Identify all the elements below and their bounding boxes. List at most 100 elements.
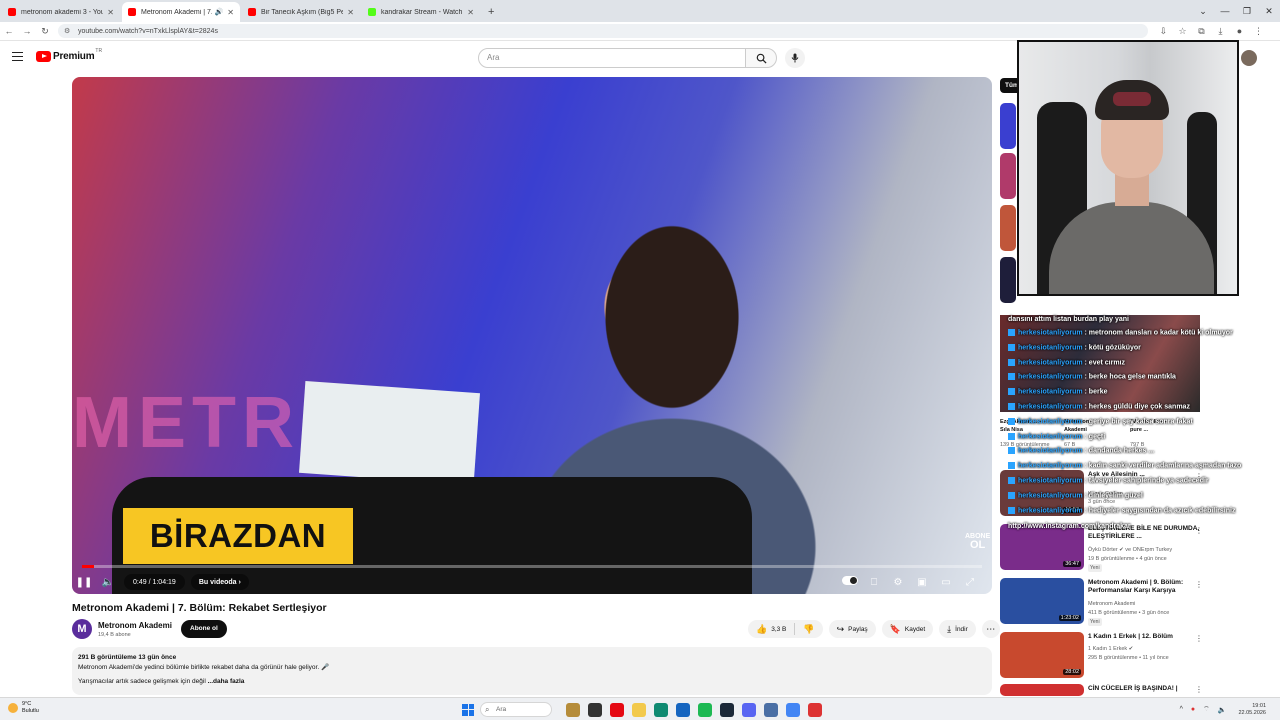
dislike-button[interactable]: 👎 [795, 620, 822, 638]
related-channel[interactable]: Öykü Dörter ✔ ve ONErpm Turkey [1088, 546, 1206, 554]
chat-badge-icon [1008, 432, 1015, 440]
minimize-icon[interactable]: — [1214, 6, 1236, 16]
related-thumbnail[interactable] [1000, 103, 1016, 149]
discord-icon[interactable] [742, 702, 756, 717]
related-title[interactable]: Metronom Akademi | 9. Bölüm: Performansl… [1088, 579, 1200, 595]
related-thumbnail[interactable]: 1:23:02 [1000, 578, 1084, 624]
taskbar-search[interactable]: Ara [480, 702, 552, 717]
account-avatar[interactable] [1241, 50, 1257, 66]
widgets-icon[interactable] [566, 702, 580, 717]
netflix-icon[interactable] [610, 702, 624, 717]
network-icon[interactable]: ⌔ [1203, 705, 1210, 714]
tray-expand-icon[interactable]: ^ [1180, 706, 1183, 713]
forward-icon[interactable]: → [18, 26, 36, 36]
close-tab-icon[interactable]: ✕ [347, 8, 354, 17]
fullscreen-icon[interactable]: ⤢ [958, 577, 982, 588]
hamburger-menu-icon[interactable] [12, 52, 23, 61]
chat-badge-icon [1008, 403, 1015, 410]
chat-badge-icon [1008, 358, 1015, 366]
autoplay-toggle[interactable] [838, 576, 862, 588]
maximize-icon[interactable]: ❐ [1236, 6, 1258, 17]
browser-tab[interactable]: metronom akademi 3 - YouTube ✕ [2, 2, 120, 22]
chat-username: herkesiotanliyorum [1018, 447, 1083, 455]
windows-start-icon[interactable] [462, 703, 474, 716]
task-view-icon[interactable] [588, 702, 602, 717]
download-button[interactable]: ⤓ İndir [939, 620, 976, 638]
spotify-icon[interactable] [698, 702, 712, 717]
like-button[interactable]: 👍 3,3 B [748, 620, 794, 638]
chrome-icon[interactable] [786, 702, 800, 717]
close-tab-icon[interactable]: ✕ [227, 8, 234, 17]
profile-icon[interactable]: ● [1230, 26, 1249, 36]
clock[interactable]: 19:01 22.05.2026 [1234, 703, 1270, 717]
edge-icon[interactable] [654, 702, 668, 717]
browser-tab[interactable]: kandrakar Stream - Watch Live ✕ [362, 2, 480, 22]
related-menu-icon[interactable]: ⋮ [1195, 526, 1203, 535]
subtitles-icon[interactable]: ⎕ [862, 577, 886, 588]
settings-gear-icon[interactable]: ⚙ [886, 577, 910, 588]
search-button[interactable] [745, 48, 777, 68]
related-thumbnail[interactable]: 36:47 [1000, 524, 1084, 570]
close-tab-icon[interactable]: ✕ [467, 8, 474, 17]
related-menu-icon[interactable]: ⋮ [1195, 685, 1203, 694]
browser-tab[interactable]: Bir Tanecik Aşkım (Big5 Perform ✕ [242, 2, 360, 22]
miniplayer-icon[interactable]: ▣ [910, 577, 934, 588]
install-app-icon[interactable]: ⇩ [1154, 26, 1173, 37]
downloads-icon[interactable]: ⤓ [1211, 26, 1230, 37]
close-tab-icon[interactable]: ✕ [107, 8, 114, 17]
file-explorer-icon[interactable] [632, 702, 646, 717]
channel-name[interactable]: Metronom Akademi [98, 621, 172, 630]
settings-icon[interactable] [764, 702, 778, 717]
speaker-icon[interactable]: 🔊 [215, 8, 224, 16]
youtube-premium-logo[interactable]: Premium TR [36, 48, 102, 62]
related-channel[interactable]: Metronom Akademi [1088, 600, 1206, 608]
back-icon[interactable]: ← [0, 26, 18, 36]
youtube-play-icon [36, 51, 51, 62]
theater-mode-icon[interactable]: ▭ [934, 577, 958, 588]
reload-icon[interactable]: ↻ [36, 26, 54, 37]
tray-app-icon[interactable]: ● [1191, 706, 1195, 713]
volume-icon[interactable]: 🔈 [96, 577, 120, 588]
related-thumbnail[interactable] [1000, 153, 1016, 199]
progress-bar[interactable] [82, 565, 982, 568]
chapter-button[interactable]: Bu videoda › [190, 574, 249, 590]
search-input[interactable]: Ara [478, 48, 746, 68]
calculator-icon[interactable] [676, 702, 690, 717]
share-button[interactable]: ↪ Paylaş [828, 620, 876, 638]
more-actions-button[interactable]: ⋯ [981, 620, 1000, 638]
streamer-bandana [1113, 92, 1151, 106]
chat-badge-icon [1008, 417, 1015, 425]
volume-tray-icon[interactable]: 🔈 [1218, 706, 1227, 714]
pause-icon[interactable]: ❚❚ [72, 577, 96, 588]
related-thumbnail[interactable]: 28:02 [1000, 632, 1084, 678]
menu-dots-icon[interactable]: ⋮ [1249, 26, 1268, 37]
recorder-icon[interactable] [808, 702, 822, 717]
tab-search-icon[interactable]: ⌄ [1192, 6, 1214, 17]
description-box[interactable]: 291 B görüntüleme 13 gün önce Metronom A… [72, 647, 992, 695]
bookmark-star-icon[interactable]: ☆ [1173, 26, 1192, 37]
related-thumbnail[interactable] [1000, 257, 1016, 303]
browser-toolbar: ← → ↻ ⚙ youtube.com/watch?v=nTxkLlsplAY&… [0, 22, 1280, 41]
video-player[interactable]: METRO BİRAZDAN ABONE OL ❚❚ 🔈 0:49 / 1:04… [72, 77, 992, 594]
channel-avatar[interactable]: M [72, 619, 92, 639]
related-title[interactable]: 1 Kadın 1 Erkek | 12. Bölüm [1088, 633, 1200, 641]
related-thumbnail[interactable] [1000, 205, 1016, 251]
address-bar[interactable]: ⚙ youtube.com/watch?v=nTxkLlsplAY&t=2824… [58, 24, 1148, 38]
new-tab-button[interactable]: + [488, 2, 494, 22]
progress-fill [82, 565, 94, 568]
related-menu-icon[interactable]: ⋮ [1195, 580, 1203, 589]
weather-widget[interactable]: 9°C Bulutlu [8, 701, 39, 715]
save-button[interactable]: 🔖 Kaydet [881, 620, 934, 638]
browser-tab-active[interactable]: Metronom Akademi | 7. Bölüm 🔊 ✕ [122, 2, 240, 22]
subscribe-button[interactable]: Abone ol [181, 620, 227, 638]
extensions-icon[interactable]: ⧉ [1192, 26, 1211, 37]
steam-icon[interactable] [720, 702, 734, 717]
show-more-link[interactable]: ...daha fazla [208, 678, 245, 685]
related-menu-icon[interactable]: ⋮ [1195, 634, 1203, 643]
related-channel[interactable]: 1 Kadın 1 Erkek ✔ [1088, 645, 1206, 653]
close-window-icon[interactable]: ✕ [1258, 6, 1280, 17]
voice-search-button[interactable] [785, 48, 805, 68]
related-thumbnail[interactable] [1000, 684, 1084, 696]
related-title[interactable]: CİN CÜCELER İŞ BAŞINDA! | [1088, 685, 1200, 693]
site-info-icon[interactable]: ⚙ [64, 27, 74, 35]
